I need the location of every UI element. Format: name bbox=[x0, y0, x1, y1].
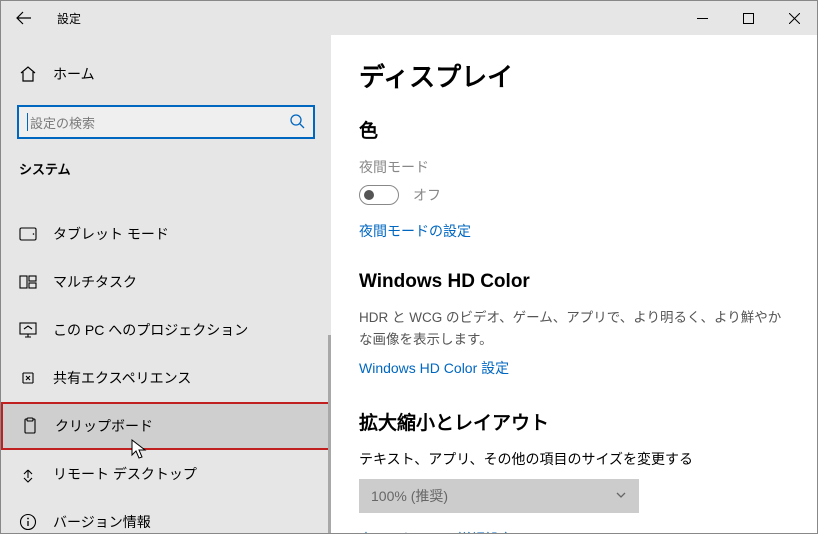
night-mode-settings-link[interactable]: 夜間モードの設定 bbox=[359, 221, 471, 241]
home-icon bbox=[19, 65, 37, 83]
scale-dropdown[interactable]: 100% (推奨) bbox=[359, 479, 639, 513]
shared-experiences-icon bbox=[19, 369, 37, 387]
scale-advanced-link[interactable]: 表示スケールの詳細設定 bbox=[359, 529, 513, 533]
page-title: ディスプレイ bbox=[359, 57, 789, 94]
sidebar-item-clipboard[interactable]: クリップボード bbox=[1, 402, 331, 450]
sidebar-item-label: リモート デスクトップ bbox=[53, 464, 197, 484]
search-input[interactable]: 設定の検索 bbox=[17, 105, 315, 139]
sidebar-scrollbar[interactable] bbox=[328, 335, 331, 533]
home-label: ホーム bbox=[53, 64, 95, 84]
minimize-button[interactable] bbox=[679, 1, 725, 35]
sidebar-item-label: クリップボード bbox=[55, 416, 153, 436]
hdcolor-description: HDR と WCG のビデオ、ゲーム、アプリで、より明るく、より鮮やかな画像を表… bbox=[359, 307, 789, 350]
section-color-heading: 色 bbox=[359, 116, 789, 143]
chevron-down-icon bbox=[615, 488, 627, 504]
close-button[interactable] bbox=[771, 1, 817, 35]
window-controls bbox=[679, 1, 817, 35]
remote-desktop-icon bbox=[19, 465, 37, 483]
search-placeholder: 設定の検索 bbox=[30, 113, 289, 132]
sidebar-item-label: 共有エクスペリエンス bbox=[53, 368, 191, 388]
hdcolor-settings-link[interactable]: Windows HD Color 設定 bbox=[359, 358, 509, 378]
minimize-icon bbox=[697, 13, 708, 24]
sidebar-item-tablet-mode[interactable]: タブレット モード bbox=[1, 210, 331, 258]
sidebar-item-label: マルチタスク bbox=[53, 272, 137, 292]
maximize-icon bbox=[743, 13, 754, 24]
night-mode-toggle[interactable] bbox=[359, 185, 399, 205]
clipboard-icon bbox=[21, 417, 39, 435]
window-title: 設定 bbox=[57, 10, 81, 27]
text-caret bbox=[27, 113, 28, 131]
multitasking-icon bbox=[19, 273, 37, 291]
home-nav[interactable]: ホーム bbox=[1, 55, 331, 93]
scale-field-label: テキスト、アプリ、その他の項目のサイズを変更する bbox=[359, 449, 789, 469]
projecting-icon bbox=[19, 321, 37, 339]
sidebar-item-about[interactable]: バージョン情報 bbox=[1, 498, 331, 533]
search-icon bbox=[289, 113, 305, 132]
maximize-button[interactable] bbox=[725, 1, 771, 35]
night-mode-label: 夜間モード bbox=[359, 157, 789, 177]
toggle-state-label: オフ bbox=[413, 185, 441, 205]
category-system: システム bbox=[1, 157, 331, 194]
night-mode-toggle-row: オフ bbox=[359, 185, 789, 205]
toggle-knob bbox=[364, 190, 374, 200]
back-button[interactable] bbox=[1, 1, 47, 35]
titlebar: 設定 bbox=[1, 1, 817, 35]
close-icon bbox=[789, 13, 800, 24]
sidebar-item-multitasking[interactable]: マルチタスク bbox=[1, 258, 331, 306]
info-icon bbox=[19, 513, 37, 531]
sidebar: ホーム 設定の検索 システム タブレット モード マルチタスク bbox=[1, 35, 331, 533]
sidebar-item-projecting[interactable]: この PC へのプロジェクション bbox=[1, 306, 331, 354]
sidebar-item-label: バージョン情報 bbox=[53, 512, 151, 532]
tablet-icon bbox=[19, 225, 37, 243]
section-scale-heading: 拡大縮小とレイアウト bbox=[359, 408, 789, 435]
content-area: ホーム 設定の検索 システム タブレット モード マルチタスク bbox=[1, 35, 817, 533]
sidebar-item-shared-experiences[interactable]: 共有エクスペリエンス bbox=[1, 354, 331, 402]
sidebar-item-label: この PC へのプロジェクション bbox=[53, 320, 248, 340]
arrow-left-icon bbox=[16, 10, 32, 26]
sidebar-item-remote-desktop[interactable]: リモート デスクトップ bbox=[1, 450, 331, 498]
main-panel: ディスプレイ 色 夜間モード オフ 夜間モードの設定 Windows HD Co… bbox=[331, 35, 817, 533]
scale-dropdown-value: 100% (推奨) bbox=[371, 486, 448, 506]
sidebar-item-label: タブレット モード bbox=[53, 224, 169, 244]
section-hdcolor-heading: Windows HD Color bbox=[359, 271, 789, 293]
